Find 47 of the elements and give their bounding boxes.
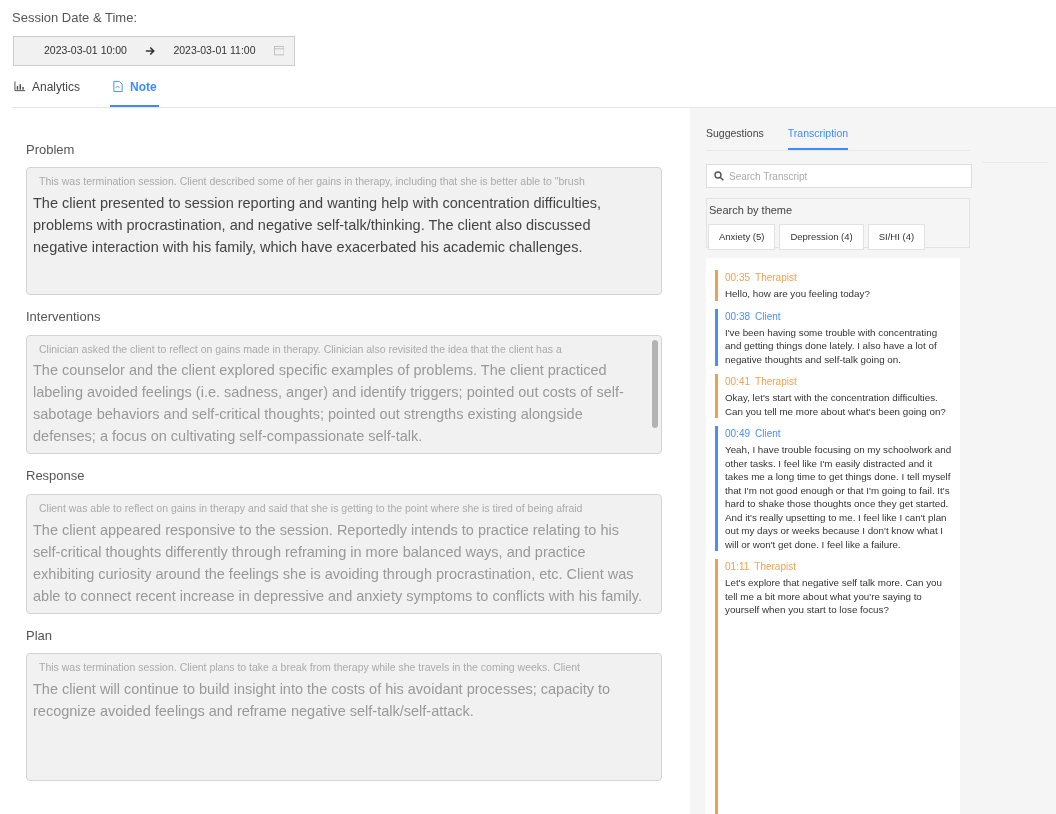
section-label: Response [26,467,86,486]
note-field[interactable] [26,493,662,614]
tab[interactable]: Suggestions [706,125,764,151]
section-label: Interventions [26,308,102,326]
theme-label: Search by theme [709,203,794,219]
tab[interactable]: Analytics [12,73,83,107]
theme-button[interactable]: SI/HI (4) [867,223,926,250]
note-text: The client appeared responsive to the session. Reportedly intends to practice relating to his self-critical thoughts differently through reframing in more balanced ways, and practice exhibiting curiosity around the feelings she is avoiding through procrastination, etc. Client was able to connect recent increase in depressive and anxiety symptoms to conflicts with his family. [33,520,643,606]
timestamp: 00:38 [725,309,751,324]
timestamp: 01:11 [725,560,750,575]
hint-text: Client was able to reflect on gains in therapy and said that she is getting to the point where she is tired of being afraid [38,500,584,516]
search-field[interactable]: Search Transcript [706,164,972,189]
message-text: Yeah, I have trouble focusing on my schoolwork and other tasks. I feel like I'm easily distracted and it takes me a long time to get things done. I tell myself that I'm not good enough or that I'm going to fail. It's hard to shake those thoughts once they get started. And it's really upsetting to me. I feel like I can't plan out my days or weeks because I don't know what I will or won't get done. I feel like a failure. [725,443,952,552]
section-label: Plan [26,626,54,645]
message-text: I've been having some trouble with concentrating and getting things done lately. I also have a lot of negative thoughts and self-talk going on. [725,325,939,367]
speaker-name: Therapist [754,560,796,575]
note-field[interactable] [26,653,662,781]
document-icon [112,80,125,93]
date-range-field[interactable]: 2023-03-01 10:00 2023-03-01 11:00 [13,35,295,66]
calendar-icon[interactable] [273,45,284,56]
timestamp: 00:41 [725,375,751,390]
theme-button[interactable]: Anxiety (5) [708,223,776,250]
chart-icon [14,80,26,93]
start-date-text: 2023-03-01 10:00 [44,42,127,58]
theme-button[interactable]: Depression (4) [779,223,864,250]
hint-text: Clinician asked the client to reflect on gains made in therapy. Clinician also revisited the idea that the client has a [38,341,563,357]
message-text: Let's explore that negative self talk more. Can you tell me a bit more about what you're saying to yourself when you start to lose focus? [725,576,943,617]
note-field[interactable] [26,167,662,295]
hint-text: This was termination session. Client plans to take a break from therapy while she travels in the coming weeks. Client [38,660,581,675]
speaker-name: Therapist [755,375,797,390]
arrow-icon [144,45,156,56]
hint-text: This was termination session. Client described some of her gains in therapy, including that she is better able to "brush [38,174,586,189]
timestamp: 00:35 [725,271,751,286]
end-date-text: 2023-03-01 11:00 [173,42,256,58]
note-text: The client will continue to build insight into the costs of his avoidant processes; capacity to recognize avoided feelings and reframe negative self-talk/self-attack. [33,679,612,721]
message-text: Hello, how are you feeling today? [725,287,871,301]
note-text: The counselor and the client explored specific examples of problems. The client practiced labeling avoided feelings (i.e. sadness, anger) and identify triggers; pointed out costs of self-sabotage behaviors and self-critical thoughts; pointed out strengths existing alongside defenses; a focus on cultivating self-compassionate self-talk. [33,361,625,447]
section-label: Problem [26,140,76,159]
note-text: The client presented to session reporting and wanting help with concentration difficulties, problems with procrastination, and negative self-talk/thinking. The client also discussed negative interaction with his family, which have exacerbated his academic challenges. [33,193,602,257]
speaker-name: Therapist [755,271,797,286]
speaker-name: Client [755,427,781,442]
field-label: Session Date & Time: [12,9,138,27]
speaker-name: Client [755,309,781,324]
note-field[interactable] [26,334,662,455]
timestamp: 00:49 [725,427,751,442]
message-text: Okay, let's start with the concentration difficulties. Can you tell me more about what's been going on? [725,391,947,419]
scrollbar-thumb[interactable] [652,339,658,428]
